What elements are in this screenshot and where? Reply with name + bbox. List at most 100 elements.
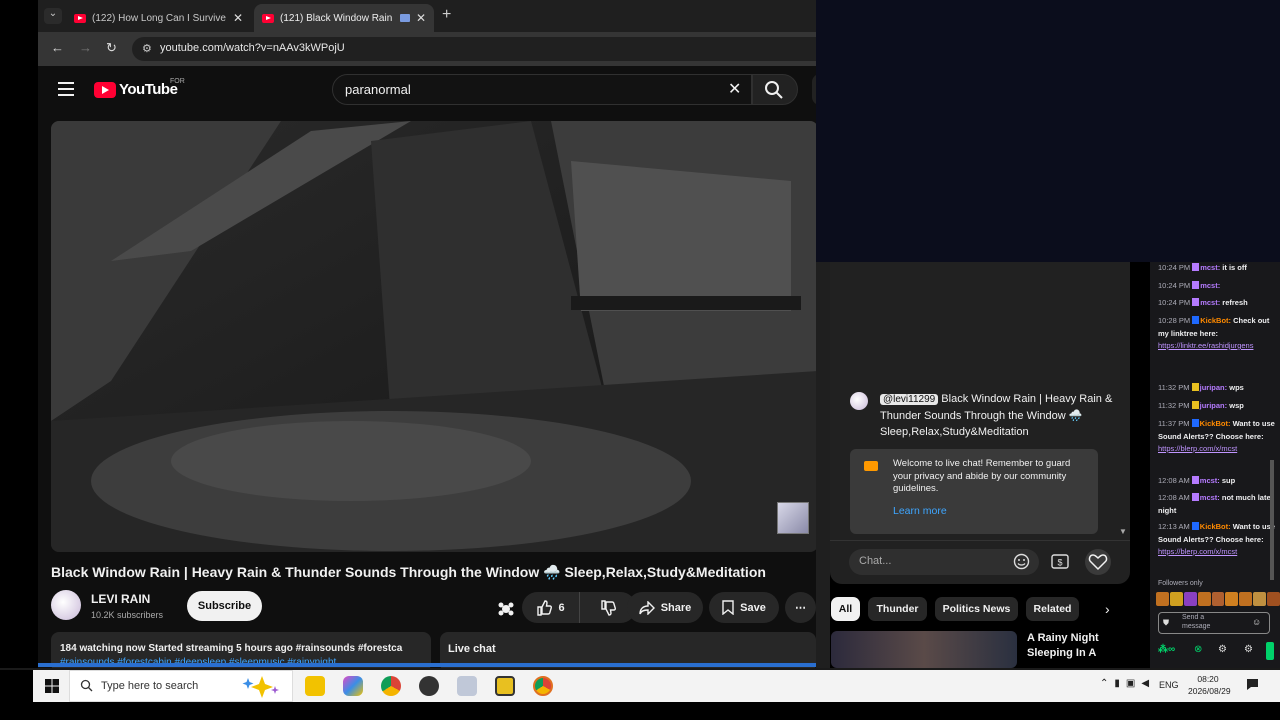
tab-close-icon[interactable]: ✕ — [416, 11, 426, 25]
site-info-icon[interactable]: ⚙ — [142, 42, 152, 55]
chat-scroll-down-icon[interactable]: ▼ — [1119, 527, 1127, 536]
chat-message: @levi11299 Black Window Rain | Heavy Rai… — [880, 391, 1120, 440]
emote[interactable] — [1156, 592, 1169, 606]
community-icon[interactable] — [497, 600, 515, 618]
twitch-scrollbar[interactable] — [1270, 460, 1274, 580]
channel-name[interactable]: LEVI RAIN — [91, 592, 150, 606]
browser-tab-2-active[interactable]: (121) Black Window Rain | H ✕ — [254, 4, 434, 32]
emote[interactable] — [1169, 592, 1183, 606]
recommended-video-thumbnail[interactable] — [831, 631, 1017, 668]
chat-username[interactable]: mcst: — [1200, 281, 1220, 290]
chat-author-name[interactable]: @levi11299 — [880, 394, 939, 405]
tab-search-dropdown-icon[interactable]: ⌄ — [44, 8, 62, 24]
super-chat-icon[interactable]: $ — [1051, 553, 1069, 570]
gear-icon[interactable]: ⚙ — [1218, 644, 1227, 655]
like-button[interactable]: 6 — [522, 592, 580, 623]
learn-more-link[interactable]: Learn more — [893, 505, 947, 517]
search-query-text[interactable]: paranormal — [345, 82, 411, 97]
back-icon[interactable]: ← — [51, 40, 64, 55]
chat-link[interactable]: https://blerp.com/x/mcst — [1158, 547, 1237, 556]
settings-icon[interactable]: ⚙ — [1244, 644, 1253, 655]
twitch-chat-line: 12:08 AM mcst: sup — [1158, 475, 1276, 488]
emote-picker-icon[interactable]: ☺ — [1252, 617, 1261, 627]
forward-icon[interactable]: → — [79, 40, 92, 55]
chat-username[interactable]: mcst: — [1200, 476, 1222, 485]
obs-icon[interactable] — [419, 676, 439, 696]
youtube-logo[interactable]: YouTube — [94, 81, 178, 98]
chat-username[interactable]: juripan: — [1200, 383, 1230, 392]
emote[interactable] — [1197, 592, 1211, 606]
copilot-icon[interactable] — [343, 676, 363, 696]
volume-icon[interactable]: ◀ — [1141, 678, 1149, 689]
search-highlight-icon[interactable] — [240, 674, 282, 698]
emote[interactable] — [1183, 592, 1197, 606]
hamburger-menu-icon[interactable] — [58, 82, 74, 96]
emote-bar[interactable] — [1156, 592, 1280, 606]
subscribe-button[interactable]: Subscribe — [187, 591, 262, 621]
chat-input-placeholder[interactable]: Chat... — [859, 555, 891, 567]
chip-related[interactable]: Related — [1026, 597, 1079, 621]
reload-icon[interactable]: ↻ — [106, 40, 117, 56]
shield-icon[interactable]: ⛊ — [1163, 618, 1169, 628]
video-player[interactable] — [51, 121, 816, 552]
emote[interactable] — [1239, 592, 1253, 606]
clock[interactable]: 08:20 2026/08/29 — [1188, 673, 1231, 697]
search-icon[interactable] — [764, 80, 784, 100]
chat-username[interactable]: KickBot: — [1200, 316, 1233, 325]
clock-date: 2026/08/29 — [1188, 686, 1231, 696]
chrome-icon[interactable] — [381, 676, 401, 696]
chat-author-avatar[interactable] — [850, 392, 868, 410]
app-icon[interactable] — [457, 676, 477, 696]
heart-icon[interactable] — [1088, 553, 1108, 571]
emote[interactable] — [1211, 592, 1225, 606]
more-actions-button[interactable]: ⋯ — [785, 592, 816, 623]
language-indicator[interactable]: ENG — [1159, 680, 1179, 690]
chat-username[interactable]: juripan: — [1200, 401, 1230, 410]
twitch-input-placeholder[interactable]: Send a message — [1182, 614, 1232, 631]
twitch-chat-toolbar: ⁂∞ ⊗ ⚙ ⚙ — [1156, 642, 1280, 662]
youtube-wordmark: YouTube — [119, 81, 178, 98]
chrome-profile-icon[interactable] — [533, 676, 553, 696]
chat-username[interactable]: mcst: — [1200, 298, 1222, 307]
file-explorer-icon[interactable] — [305, 676, 325, 696]
emote[interactable] — [1225, 592, 1239, 606]
windows-start-icon[interactable] — [45, 679, 59, 693]
chat-link[interactable]: https://blerp.com/x/mcst — [1158, 444, 1237, 453]
taskbar-search-placeholder[interactable]: Type here to search — [101, 680, 198, 692]
video-thumbnail-overlay[interactable] — [777, 502, 809, 534]
battery-icon[interactable]: ▮ — [1114, 678, 1120, 689]
notification-icon[interactable] — [1246, 678, 1259, 691]
chip-all[interactable]: All — [831, 597, 860, 621]
tab-close-icon[interactable]: ✕ — [233, 11, 243, 25]
chat-username[interactable]: KickBot: — [1200, 419, 1233, 428]
chat-send-button[interactable] — [1266, 642, 1274, 660]
channel-avatar[interactable] — [51, 590, 81, 620]
youtube-notice-icon — [864, 461, 878, 471]
bits-icon[interactable]: ⁂∞ — [1158, 644, 1175, 655]
recommended-video-title[interactable]: A Rainy Night Sleeping In A — [1027, 631, 1127, 661]
chat-username[interactable]: mcst: — [1200, 493, 1222, 502]
save-button[interactable]: Save — [709, 592, 779, 623]
network-icon[interactable]: ▣ — [1126, 678, 1135, 689]
chevron-up-icon[interactable]: ⌃ — [1100, 678, 1108, 689]
browser-tab-1[interactable]: (122) How Long Can I Survive o ✕ — [66, 4, 251, 32]
emote[interactable] — [1253, 592, 1267, 606]
user-badge-icon — [1191, 419, 1199, 427]
emote[interactable] — [1267, 592, 1280, 606]
chat-timestamp: 11:32 PM — [1158, 401, 1192, 410]
chip-politics-news[interactable]: Politics News — [935, 597, 1018, 621]
chat-username[interactable]: KickBot: — [1200, 522, 1233, 531]
country-code: FOR — [170, 78, 185, 85]
close-circle-icon[interactable]: ⊗ — [1194, 644, 1202, 655]
video-frame — [51, 121, 816, 552]
chevron-right-icon[interactable]: › — [1105, 601, 1110, 617]
share-button[interactable]: Share — [627, 592, 703, 623]
emoji-icon[interactable] — [1013, 553, 1030, 570]
app-icon-2[interactable] — [495, 676, 515, 696]
chat-username[interactable]: mcst: — [1200, 263, 1222, 272]
url-text[interactable]: youtube.com/watch?v=nAAv3kWPojU — [160, 42, 345, 54]
chip-thunder[interactable]: Thunder — [868, 597, 927, 621]
new-tab-icon[interactable]: + — [442, 6, 451, 24]
clear-search-icon[interactable]: ✕ — [728, 79, 741, 99]
chat-link[interactable]: https://linktr.ee/rashidjurgens — [1158, 341, 1253, 350]
